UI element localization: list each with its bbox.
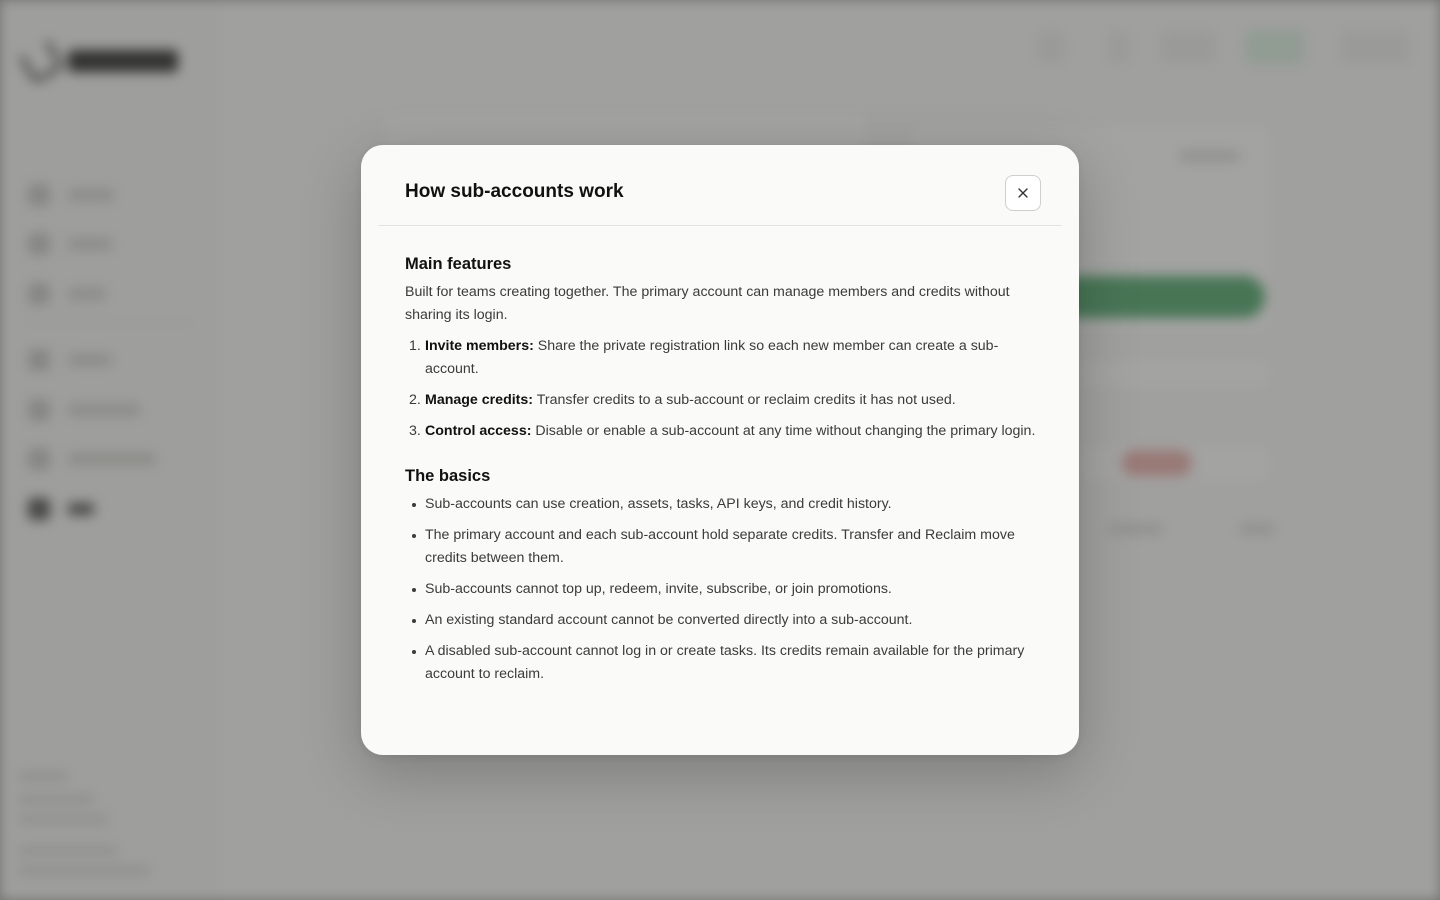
main-features-heading: Main features xyxy=(405,255,512,273)
sub-accounts-help-dialog: How sub-accounts work Main features Buil… xyxy=(361,145,1079,755)
list-item: Sub-accounts cannot top up, redeem, invi… xyxy=(405,578,1037,601)
bullet-icon xyxy=(412,588,416,592)
list-item-text: A disabled sub-account cannot log in or … xyxy=(425,643,1025,682)
list-item: The primary account and each sub-account… xyxy=(405,524,1037,570)
step-number: 2. xyxy=(409,392,421,408)
step-label: Control access: xyxy=(425,423,532,439)
step-text: Disable or enable a sub-account at any t… xyxy=(531,423,1036,439)
dialog-body: Main features Built for teams creating t… xyxy=(405,253,1037,694)
bullet-icon xyxy=(412,650,416,654)
bullet-icon xyxy=(412,534,416,538)
close-icon xyxy=(1018,188,1028,198)
list-item-text: An existing standard account cannot be c… xyxy=(425,612,913,628)
step-item: 1. Invite members: Share the private reg… xyxy=(405,335,1037,381)
step-number: 3. xyxy=(409,423,421,439)
list-item: Sub-accounts can use creation, assets, t… xyxy=(405,493,1037,516)
dialog-header: How sub-accounts work xyxy=(361,145,1079,226)
header-divider xyxy=(378,225,1062,226)
feature-steps: 1. Invite members: Share the private reg… xyxy=(405,335,1037,443)
step-label: Invite members: xyxy=(425,338,534,354)
step-number: 1. xyxy=(409,338,421,354)
step-item: 3. Control access: Disable or enable a s… xyxy=(405,420,1037,443)
basics-heading: The basics xyxy=(405,467,491,485)
step-text: Transfer credits to a sub-account or rec… xyxy=(533,392,956,408)
list-item-text: Sub-accounts cannot top up, redeem, invi… xyxy=(425,581,892,597)
step-item: 2. Manage credits: Transfer credits to a… xyxy=(405,389,1037,412)
list-item-text: Sub-accounts can use creation, assets, t… xyxy=(425,496,892,512)
list-item: A disabled sub-account cannot log in or … xyxy=(405,640,1037,686)
list-item-text: The primary account and each sub-account… xyxy=(425,527,1015,566)
dialog-title: How sub-accounts work xyxy=(405,181,624,202)
list-item: An existing standard account cannot be c… xyxy=(405,609,1037,632)
close-button[interactable] xyxy=(1005,175,1041,211)
bullet-icon xyxy=(412,619,416,623)
bullet-icon xyxy=(412,503,416,507)
main-features-intro: Built for teams creating together. The p… xyxy=(405,284,1010,323)
step-label: Manage credits: xyxy=(425,392,534,408)
basics-list: Sub-accounts can use creation, assets, t… xyxy=(405,493,1037,686)
